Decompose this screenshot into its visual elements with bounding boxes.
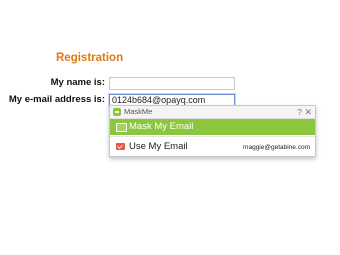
name-input[interactable]	[109, 77, 235, 90]
mail-icon	[116, 143, 125, 150]
brand-name: MaskMe	[124, 107, 153, 116]
email-label: My e-mail address is:	[8, 94, 105, 105]
page-title: Registration	[56, 52, 124, 64]
user-email: maggie@getabine.com	[243, 144, 310, 151]
maskme-popup: MaskMe ? ✕ Mask My Email Use My Email ma…	[109, 105, 316, 157]
popup-header: MaskMe ? ✕	[110, 106, 315, 119]
maskme-logo-icon	[113, 108, 121, 116]
mask-my-email-option[interactable]: Mask My Email	[110, 119, 315, 135]
use-my-email-option[interactable]: Use My Email maggie@getabine.com	[110, 140, 315, 154]
name-label: My name is:	[50, 77, 105, 88]
close-button[interactable]: ✕	[304, 106, 312, 118]
option-label: Mask My Email	[129, 121, 194, 132]
mask-icon	[116, 123, 127, 132]
option-label: Use My Email	[129, 141, 188, 152]
help-button[interactable]: ?	[297, 106, 302, 118]
page: Registration My name is: My e-mail addre…	[0, 0, 340, 255]
divider	[110, 136, 315, 137]
